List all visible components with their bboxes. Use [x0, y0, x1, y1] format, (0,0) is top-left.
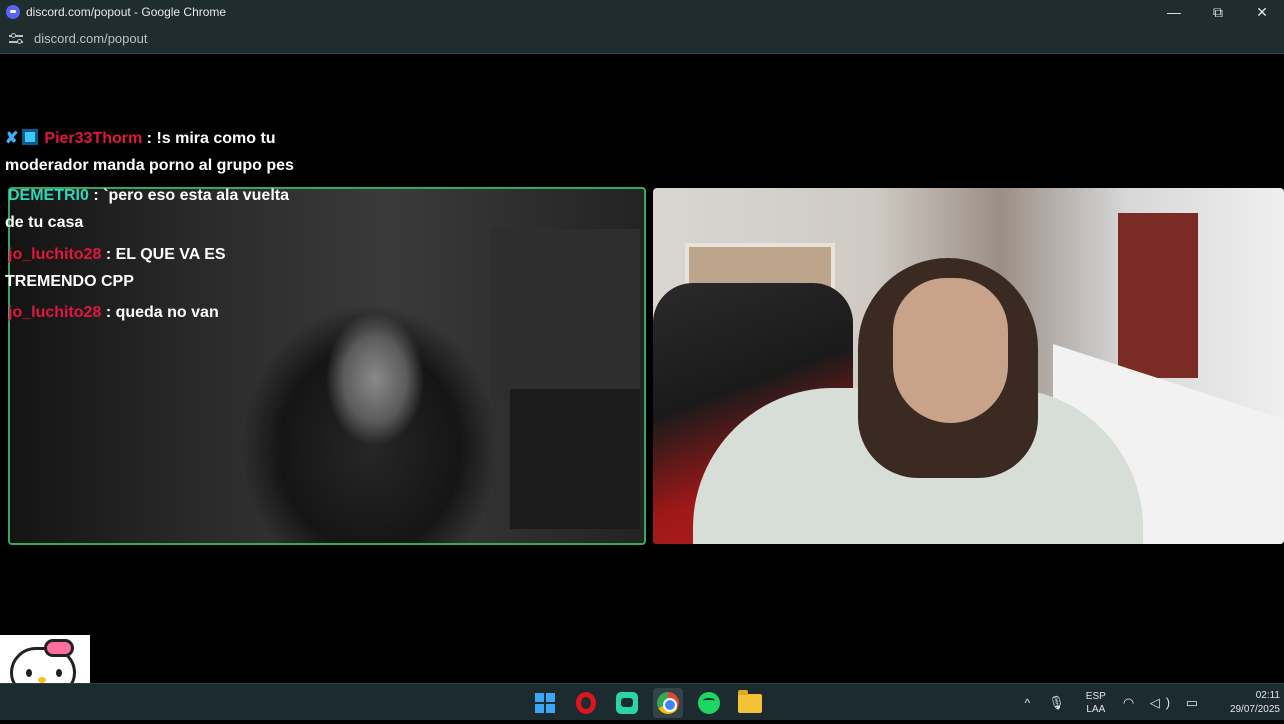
- window-title-bar: discord.com/popout - Google Chrome — ⧉ ✕: [0, 0, 1284, 24]
- wifi-volume-battery-icons[interactable]: ◠ ◁) ▭: [1123, 695, 1204, 711]
- background-panel: [510, 389, 640, 529]
- chat-text: : queda no van: [105, 304, 219, 321]
- clock-date: 29/07/2025: [1229, 703, 1280, 715]
- chat-message: DEMETRI0 : `pero eso esta ala vuelta: [8, 182, 289, 209]
- microphone-icon[interactable]: 🎙: [1048, 695, 1065, 711]
- discord-favicon-icon: [6, 5, 20, 19]
- popout-content: ✘ Pier33Thorm : !s mira como tu moderador…: [0, 55, 1284, 683]
- kitty-bow: [44, 639, 74, 657]
- kitty-eye: [26, 669, 32, 677]
- video-tile-right[interactable]: [653, 188, 1284, 544]
- clock-time: 02:11: [1255, 689, 1280, 701]
- chat-username[interactable]: jo_luchito28: [8, 246, 101, 263]
- window-title: discord.com/popout - Google Chrome: [6, 5, 226, 19]
- address-bar[interactable]: discord.com/popout: [0, 24, 1284, 54]
- badge-icon: [22, 129, 39, 145]
- background-door: [1118, 213, 1198, 378]
- chat-message: jo_luchito28 : queda no van: [8, 299, 219, 326]
- chat-message-continued: de tu casa: [5, 214, 84, 231]
- chat-message: jo_luchito28 : EL QUE VA ES: [8, 241, 226, 268]
- chat-text: : !s mira como tu: [146, 130, 276, 147]
- show-hidden-icons-chevron-icon[interactable]: ^: [1020, 696, 1034, 710]
- chat-username[interactable]: jo_luchito28: [8, 304, 101, 321]
- chat-text: : EL QUE VA ES: [105, 246, 226, 263]
- window-controls: — ⧉ ✕: [1152, 0, 1284, 24]
- restore-button[interactable]: ⧉: [1196, 0, 1240, 24]
- chat-username[interactable]: DEMETRI0: [8, 187, 89, 204]
- url-text[interactable]: discord.com/popout: [34, 31, 147, 46]
- input-language-indicator[interactable]: ESP LAA: [1079, 690, 1113, 716]
- lang-code: ESP: [1085, 690, 1106, 702]
- minimize-button[interactable]: —: [1152, 0, 1196, 24]
- taskbar: ^ 🎙 ESP LAA ◠ ◁) ▭ 02:11 29/07/2025: [0, 683, 1284, 720]
- sword-icon: ✘: [5, 130, 19, 147]
- chat-message-continued: TREMENDO CPP: [5, 273, 134, 290]
- keyboard-layout: LAA: [1086, 703, 1106, 715]
- chat-message-continued: moderador manda porno al grupo pes: [5, 157, 294, 174]
- clock[interactable]: 02:11 29/07/2025: [1216, 689, 1280, 717]
- window-title-text: discord.com/popout - Google Chrome: [26, 5, 227, 19]
- kitty-eye: [56, 669, 62, 677]
- taskbar-apps: [530, 688, 765, 718]
- system-tray: ^ 🎙 ESP LAA ◠ ◁) ▭ 02:11 29/07/2025: [1020, 684, 1284, 721]
- background-panel: [490, 229, 640, 399]
- person-face: [893, 278, 1008, 423]
- chat-message: ✘ Pier33Thorm : !s mira como tu: [5, 125, 276, 152]
- chat-username[interactable]: Pier33Thorm: [44, 130, 142, 147]
- spotify-icon[interactable]: [694, 688, 724, 718]
- chat-app-icon[interactable]: [612, 688, 642, 718]
- opera-icon[interactable]: [571, 688, 601, 718]
- windows-start-icon[interactable]: [530, 688, 560, 718]
- close-button[interactable]: ✕: [1240, 0, 1284, 24]
- chrome-icon[interactable]: [653, 688, 683, 718]
- chat-text: : `pero eso esta ala vuelta: [93, 187, 289, 204]
- site-settings-icon[interactable]: [8, 31, 24, 47]
- file-explorer-icon[interactable]: [735, 688, 765, 718]
